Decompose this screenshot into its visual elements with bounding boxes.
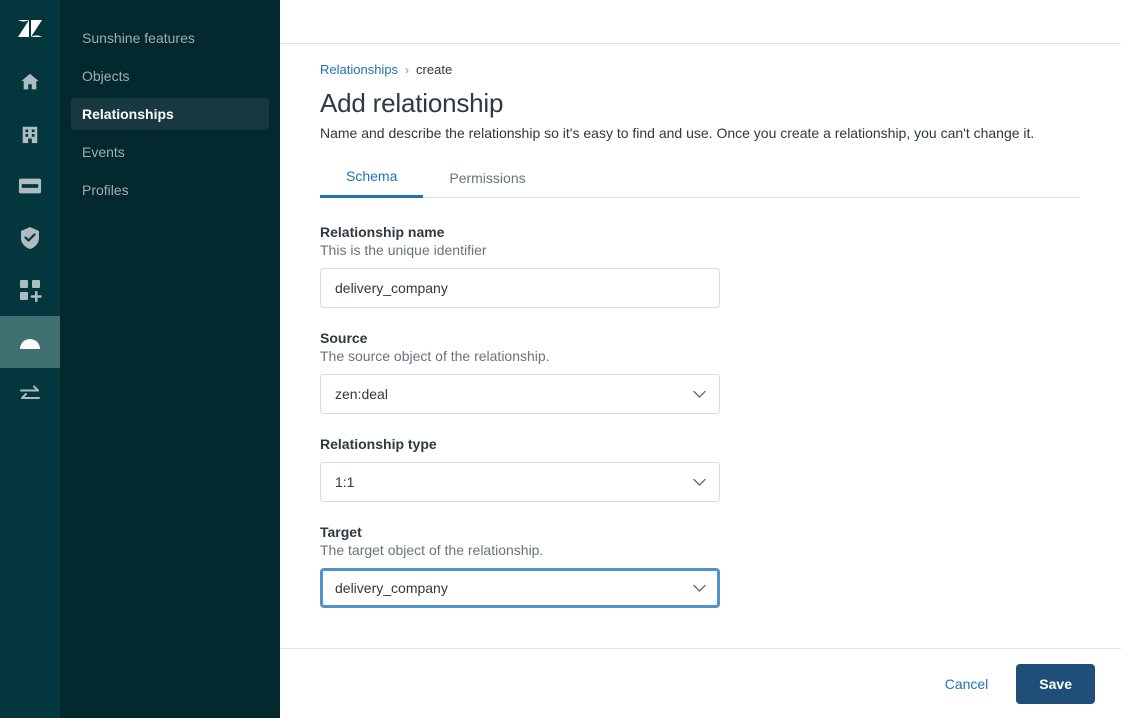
field-label: Source xyxy=(320,330,368,346)
target-select[interactable]: delivery_company xyxy=(320,568,720,608)
source-control: zen:deal xyxy=(320,374,720,414)
relationship-type-select-value: 1:1 xyxy=(335,474,355,490)
page-title: Add relationship xyxy=(320,88,504,118)
field-label: Relationship name xyxy=(320,224,445,240)
tab-bar: Schema Permissions xyxy=(320,167,1080,198)
content-topbar xyxy=(280,0,1121,44)
sidebar-item-label: Sunshine features xyxy=(82,30,195,46)
relationship-type-control: 1:1 xyxy=(320,462,720,502)
field-hint: The source object of the relationship. xyxy=(320,348,550,364)
relationship-name-input[interactable] xyxy=(320,268,720,308)
zendesk-logo[interactable] xyxy=(0,0,60,56)
relationship-name-control xyxy=(320,268,720,308)
field-label: Relationship type xyxy=(320,436,437,452)
rail-item-organizations[interactable] xyxy=(0,108,60,160)
rail-item-security[interactable] xyxy=(0,212,60,264)
target-control: delivery_company xyxy=(320,568,720,608)
field-label: Target xyxy=(320,524,362,540)
field-source: Source The source object of the relation… xyxy=(320,330,1081,414)
save-button[interactable]: Save xyxy=(1016,663,1095,704)
rail-item-transfer[interactable] xyxy=(0,368,60,420)
rail-item-home[interactable] xyxy=(0,56,60,108)
field-hint: The target object of the relationship. xyxy=(320,542,544,558)
cancel-button[interactable]: Cancel xyxy=(939,666,995,702)
target-select-value: delivery_company xyxy=(335,580,448,596)
page-description: Name and describe the relationship so it… xyxy=(320,125,1035,141)
field-relationship-type: Relationship type 1:1 xyxy=(320,436,1081,502)
sidebar-item-events[interactable]: Events xyxy=(71,136,269,168)
field-target: Target The target object of the relation… xyxy=(320,524,1081,608)
apps-add-icon xyxy=(18,278,42,302)
rail-item-sunshine[interactable] xyxy=(0,316,60,368)
tab-permissions[interactable]: Permissions xyxy=(423,168,551,198)
sidebar-item-profiles[interactable]: Profiles xyxy=(71,174,269,206)
shield-check-icon xyxy=(19,226,41,250)
zendesk-logo-icon xyxy=(15,11,45,46)
field-hint: This is the unique identifier xyxy=(320,242,487,258)
sidebar-item-objects[interactable]: Objects xyxy=(71,60,269,92)
sidebar-item-sunshine-features[interactable]: Sunshine features xyxy=(71,22,269,54)
relationship-type-select[interactable]: 1:1 xyxy=(320,462,720,502)
product-icon-rail xyxy=(0,0,60,718)
field-relationship-name: Relationship name This is the unique ide… xyxy=(320,224,1081,308)
form-footer: Cancel Save xyxy=(280,648,1121,718)
breadcrumb: Relationships › create xyxy=(320,62,1081,77)
content-body: Relationships › create Add relationship … xyxy=(280,44,1121,648)
source-select-value: zen:deal xyxy=(335,386,388,402)
organizations-icon xyxy=(20,123,40,145)
breadcrumb-link-relationships[interactable]: Relationships xyxy=(320,62,398,77)
rail-item-apps[interactable] xyxy=(0,264,60,316)
main-content: Relationships › create Add relationship … xyxy=(280,0,1121,718)
card-icon xyxy=(18,176,42,196)
app-window: Sunshine features Objects Relationships … xyxy=(0,0,1121,718)
breadcrumb-separator-icon: › xyxy=(405,62,410,77)
tab-schema[interactable]: Schema xyxy=(320,168,424,198)
breadcrumb-current: create xyxy=(416,62,453,77)
sidebar-item-label: Relationships xyxy=(82,106,174,122)
rail-item-card[interactable] xyxy=(0,160,60,212)
transfer-arrows-icon xyxy=(18,384,42,404)
sunshine-sidebar: Sunshine features Objects Relationships … xyxy=(60,0,280,718)
sidebar-item-label: Events xyxy=(82,144,125,160)
sidebar-item-label: Profiles xyxy=(82,182,129,198)
home-icon xyxy=(19,71,41,93)
source-select[interactable]: zen:deal xyxy=(320,374,720,414)
sunshine-cloud-icon xyxy=(17,332,43,352)
sidebar-item-label: Objects xyxy=(82,68,130,84)
sidebar-item-relationships[interactable]: Relationships xyxy=(71,98,269,130)
